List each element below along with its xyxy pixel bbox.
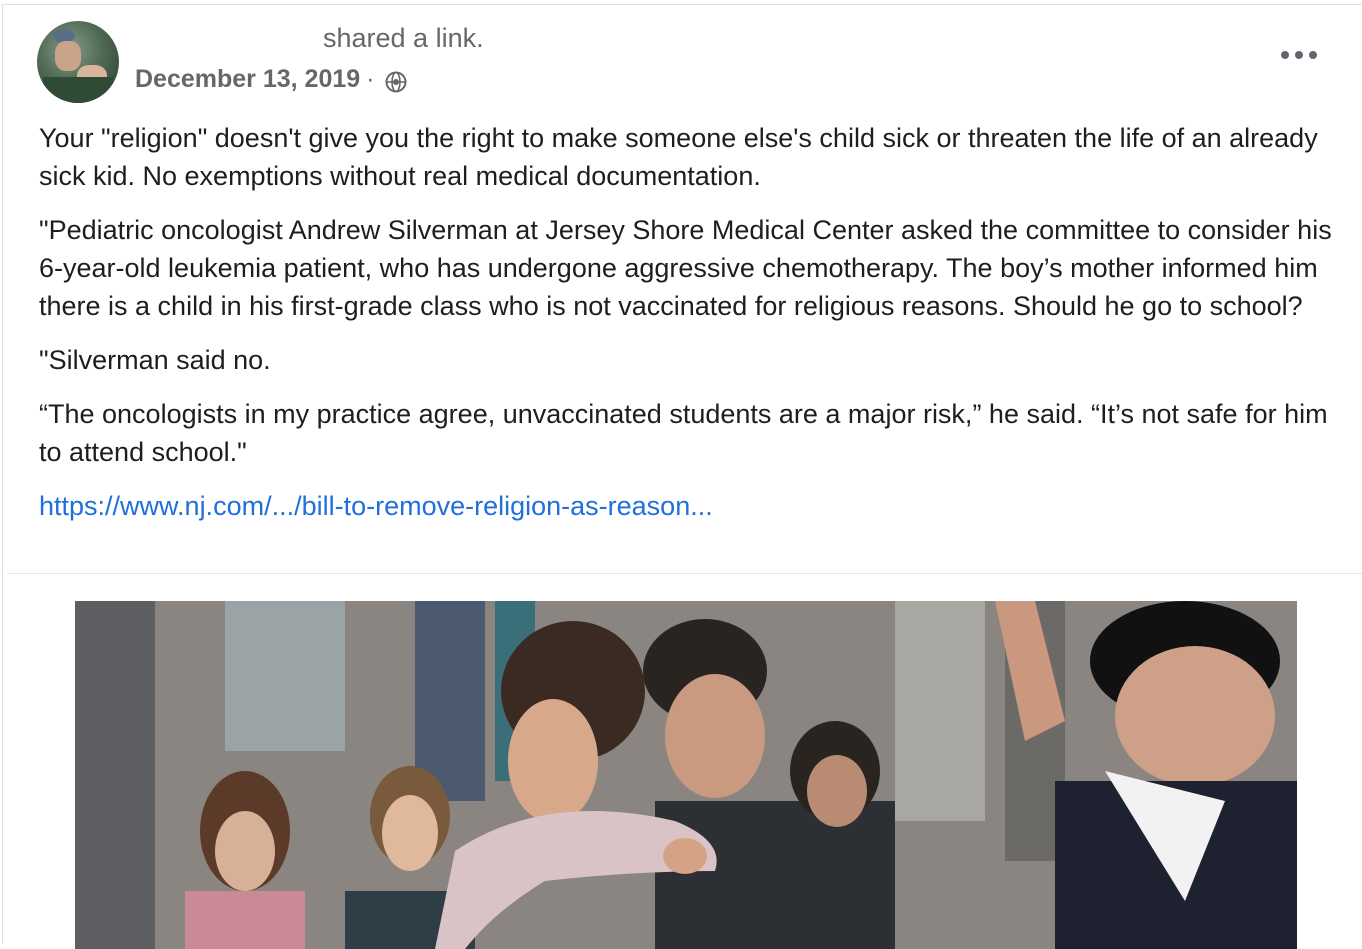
post-body: Your "religion" doesn't give you the rig… — [39, 119, 1339, 541]
post-meta: December 13, 2019 · — [135, 65, 407, 94]
post-date[interactable]: December 13, 2019 — [135, 65, 360, 94]
meta-separator: · — [366, 65, 375, 93]
avatar[interactable] — [37, 21, 119, 103]
post-paragraph: “The oncologists in my practice agree, u… — [39, 399, 1328, 467]
post-paragraph: Your "religion" doesn't give you the rig… — [39, 123, 1318, 191]
shared-link-label: shared a link. — [323, 23, 484, 53]
divider — [7, 573, 1362, 574]
post-paragraph: "Silverman said no. — [39, 345, 271, 375]
shared-link[interactable]: https://www.nj.com/.../bill-to-remove-re… — [39, 491, 713, 521]
post-paragraph: "Pediatric oncologist Andrew Silverman a… — [39, 215, 1332, 321]
post-card: shared a link. December 13, 2019 · Your … — [2, 4, 1362, 949]
more-options-icon[interactable] — [1281, 45, 1317, 65]
globe-icon[interactable] — [385, 71, 407, 93]
link-preview-image[interactable] — [75, 601, 1297, 949]
